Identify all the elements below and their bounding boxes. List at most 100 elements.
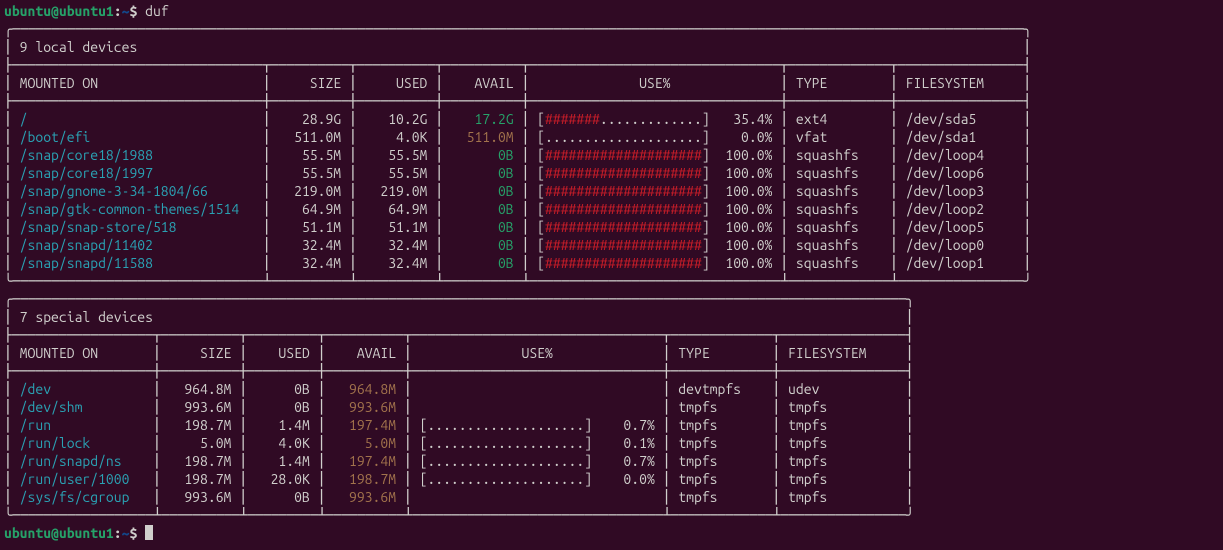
mount-path: /snap/core18/1988: [12, 147, 263, 163]
table-border: │: [349, 165, 357, 181]
fs-value: tmpfs: [780, 417, 905, 433]
table-border: │: [4, 183, 12, 199]
table-border: │: [780, 183, 788, 199]
mount-path: /dev: [12, 381, 153, 397]
table-border: │: [239, 489, 247, 505]
table-border: │: [349, 75, 357, 91]
table-border: │: [906, 345, 914, 361]
table-border: │: [349, 147, 357, 163]
type-value: squashfs: [788, 165, 890, 181]
table-border: │: [404, 417, 412, 433]
table-border: ├────────────────────────────────┬──────…: [4, 57, 1031, 73]
table-border: │: [263, 75, 271, 91]
table-border: │: [890, 111, 898, 127]
table-border: │: [263, 183, 271, 199]
table-border: │: [4, 381, 12, 397]
table-border: │: [1023, 219, 1031, 235]
table-border: │: [349, 129, 357, 145]
table-border: │: [239, 471, 247, 487]
mount-path: /snap/snap-store/518: [12, 219, 263, 235]
prompt-symbol: $: [129, 3, 145, 19]
mount-path: /sys/fs/cgroup: [12, 489, 153, 505]
table-border: │: [780, 111, 788, 127]
use-bar: [....................] 0.1%: [412, 435, 663, 451]
table-border: │: [780, 237, 788, 253]
table-border: ├────────────────────────────────┼──────…: [4, 93, 1031, 109]
table-border: │: [890, 255, 898, 271]
column-header: SIZE: [161, 345, 239, 361]
terminal[interactable]: ubuntu@ubuntu1:~$ duf╭──────────────────…: [0, 0, 1223, 542]
used-value: 51.1M: [357, 219, 435, 235]
table-border: │: [349, 255, 357, 271]
column-header: FILESYSTEM: [898, 75, 1023, 91]
table-border: │: [404, 471, 412, 487]
fs-value: /dev/sda5: [898, 111, 1023, 127]
table-border: │: [349, 237, 357, 253]
use-bar: [....................] 0.0%: [412, 471, 663, 487]
mount-path: /run: [12, 417, 153, 433]
use-bar: [#######.............] 35.4%: [529, 111, 780, 127]
used-value: 0B: [247, 489, 318, 505]
table-border: │: [4, 129, 12, 145]
table-border: │: [906, 309, 914, 325]
prompt-line-2[interactable]: ubuntu@ubuntu1:~$: [4, 524, 1219, 542]
type-value: vfat: [788, 129, 890, 145]
use-bar: [####################] 100.0%: [529, 219, 780, 235]
type-value: tmpfs: [670, 435, 772, 451]
avail-value: 0B: [443, 201, 521, 217]
used-value: 32.4M: [357, 237, 435, 253]
used-value: 64.9M: [357, 201, 435, 217]
table-border: ╰────────────────────────────────┴──────…: [4, 273, 1032, 289]
type-value: squashfs: [788, 201, 890, 217]
table-border: │: [153, 435, 161, 451]
mount-path: /run/lock: [12, 435, 153, 451]
use-bar: [####################] 100.0%: [529, 201, 780, 217]
avail-value: 5.0M: [325, 435, 403, 451]
table-border: │: [1023, 237, 1031, 253]
mount-path: /snap/core18/1997: [12, 165, 263, 181]
avail-value: 0B: [443, 255, 521, 271]
table-border: │: [239, 381, 247, 397]
table-border: │: [435, 183, 443, 199]
table-border: │: [890, 219, 898, 235]
table-border: │: [4, 489, 12, 505]
use-bar: [412, 399, 663, 415]
mount-path: /snap/snapd/11588: [12, 255, 263, 271]
table-border: │: [153, 345, 161, 361]
type-value: squashfs: [788, 147, 890, 163]
avail-value: 0B: [443, 183, 521, 199]
table-border: │: [4, 39, 12, 55]
avail-value: 0B: [443, 165, 521, 181]
fs-value: tmpfs: [780, 435, 905, 451]
fs-value: udev: [780, 381, 905, 397]
avail-value: 0B: [443, 237, 521, 253]
table-border: │: [4, 435, 12, 451]
table-border: │: [404, 489, 412, 505]
table-border: │: [1023, 165, 1031, 181]
table-border: │: [906, 453, 914, 469]
used-value: 55.5M: [357, 147, 435, 163]
table-border: │: [4, 75, 12, 91]
table-border: ╭───────────────────────────────────────…: [4, 291, 915, 307]
fs-value: /dev/sda1: [898, 129, 1023, 145]
table-border: │: [435, 201, 443, 217]
table-border: │: [780, 129, 788, 145]
type-value: squashfs: [788, 255, 890, 271]
column-header: MOUNTED ON: [12, 75, 263, 91]
fs-value: /dev/loop2: [898, 201, 1023, 217]
table-border: │: [404, 399, 412, 415]
table-border: │: [263, 237, 271, 253]
table-border: │: [349, 111, 357, 127]
table-border: │: [239, 345, 247, 361]
used-value: 0B: [247, 399, 318, 415]
mount-path: /run/snapd/ns: [12, 453, 153, 469]
avail-value: 511.0M: [443, 129, 521, 145]
table-border: │: [906, 417, 914, 433]
table-border: │: [153, 471, 161, 487]
table-border: │: [4, 219, 12, 235]
use-bar: [####################] 100.0%: [529, 237, 780, 253]
size-value: 55.5M: [271, 147, 349, 163]
avail-value: 993.6M: [325, 489, 403, 505]
table-border: │: [780, 201, 788, 217]
table-border: │: [890, 183, 898, 199]
